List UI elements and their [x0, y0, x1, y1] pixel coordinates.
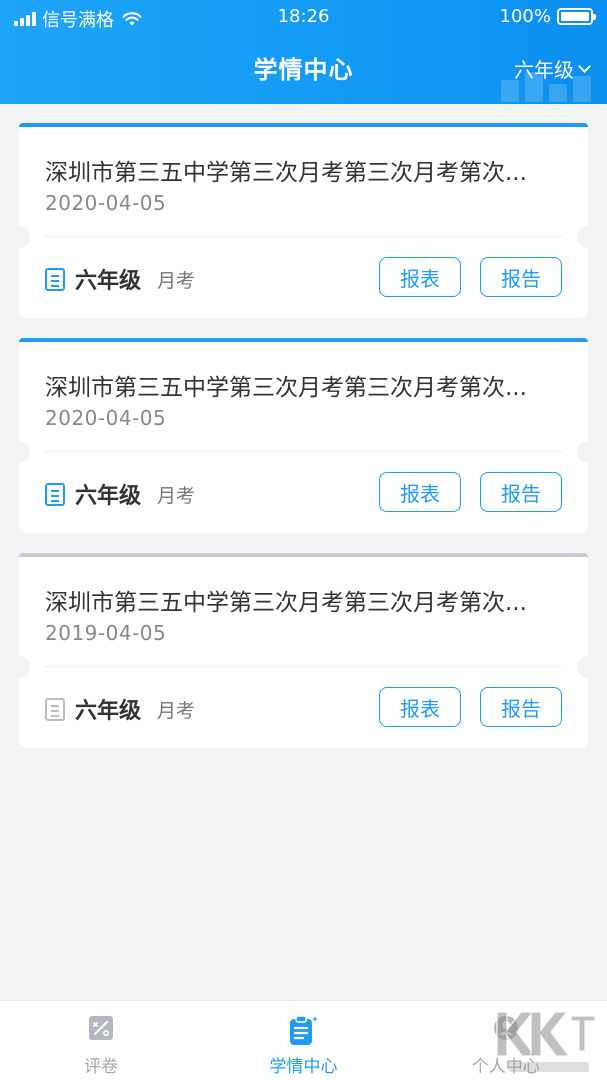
report-title: 深圳市第三五中学第三次月考第三次月考第次...	[45, 590, 527, 616]
tab-grading-label: 评卷	[84, 1057, 119, 1077]
card-accent-bar	[19, 553, 588, 557]
clipboard-icon	[290, 1015, 319, 1045]
grade-dropdown-label: 六年级	[514, 58, 574, 82]
tab-personal-center-label: 个人中心	[471, 1057, 540, 1077]
card-accent-bar	[19, 123, 588, 127]
document-icon	[45, 267, 65, 291]
divider	[45, 666, 562, 667]
report-meta: 六年级 月考	[45, 693, 195, 725]
bottom-tab-bar: 评卷 学情中心 个人中心	[0, 1000, 607, 1080]
report-exam-type: 月考	[157, 269, 196, 292]
report-card[interactable]: 深圳市第三五中学第三次月考第三次月考第次... 2019-04-05 六年级 月…	[8, 553, 599, 748]
tab-learning-center-label: 学情中心	[269, 1057, 338, 1077]
report-card[interactable]: 深圳市第三五中学第三次月考第三次月考第次... 2020-04-05 六年级 月…	[8, 338, 599, 533]
report-table-button[interactable]: 报表	[379, 472, 461, 512]
battery-icon	[557, 8, 596, 25]
grade-dropdown[interactable]: 六年级	[514, 54, 591, 83]
report-meta: 六年级 月考	[45, 478, 195, 510]
chevron-down-icon	[578, 59, 591, 73]
document-icon	[45, 697, 65, 721]
report-meta: 六年级 月考	[45, 263, 195, 295]
report-card[interactable]: 深圳市第三五中学第三次月考第三次月考第次... 2020-04-05 六年级 月…	[8, 123, 599, 318]
status-right: 100%	[499, 6, 596, 27]
report-list: 深圳市第三五中学第三次月考第三次月考第次... 2020-04-05 六年级 月…	[8, 123, 599, 768]
divider	[45, 451, 562, 452]
report-button[interactable]: 报告	[480, 257, 562, 297]
tab-personal-center[interactable]: 个人中心	[405, 1001, 607, 1080]
report-title: 深圳市第三五中学第三次月考第三次月考第次...	[45, 375, 527, 401]
report-table-button[interactable]: 报表	[379, 257, 461, 297]
report-button[interactable]: 报告	[480, 687, 562, 727]
report-date: 2020-04-05	[45, 191, 167, 215]
report-date: 2020-04-05	[45, 406, 167, 430]
report-grade: 六年级	[75, 699, 142, 724]
grading-icon	[89, 1016, 114, 1040]
report-date: 2019-04-05	[45, 621, 167, 645]
card-accent-bar	[19, 338, 588, 342]
tab-learning-center[interactable]: 学情中心	[202, 1001, 404, 1080]
tab-grading[interactable]: 评卷	[0, 1001, 202, 1080]
person-icon	[493, 1016, 518, 1040]
report-exam-type: 月考	[157, 484, 196, 507]
report-grade: 六年级	[75, 269, 142, 294]
report-exam-type: 月考	[157, 699, 196, 722]
report-title: 深圳市第三五中学第三次月考第三次月考第次...	[45, 160, 527, 186]
app-header: 信号满格 18:26 100% 学情中心 六年级	[0, 0, 607, 104]
divider	[45, 236, 562, 237]
report-grade: 六年级	[75, 484, 142, 509]
report-table-button[interactable]: 报表	[379, 687, 461, 727]
status-bar: 信号满格 18:26 100%	[0, 0, 607, 34]
document-icon	[45, 482, 65, 506]
battery-percent: 100%	[499, 6, 551, 27]
report-button[interactable]: 报告	[480, 472, 562, 512]
